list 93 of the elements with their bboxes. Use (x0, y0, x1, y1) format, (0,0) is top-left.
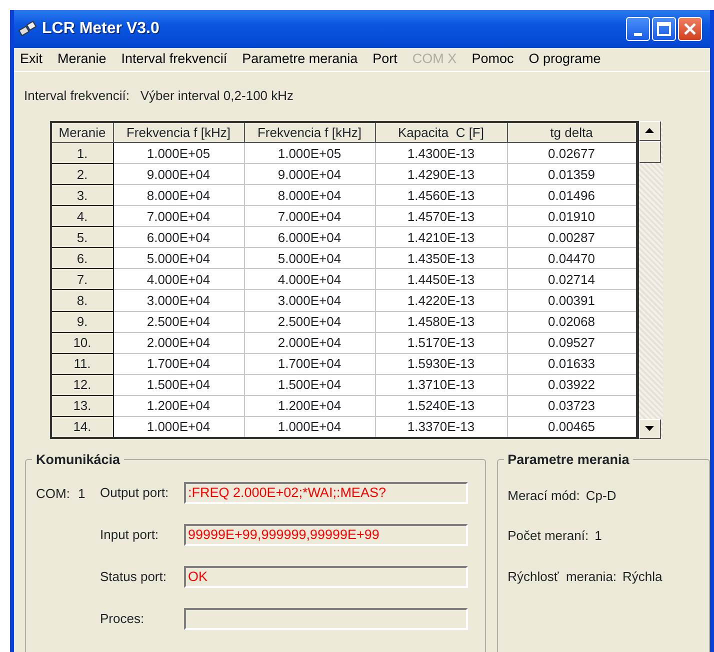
table-cell: 1.000E+05 (113, 142, 244, 164)
table-cell: 1.4560E-13 (375, 184, 507, 206)
table-cell: 1.5240E-13 (375, 395, 507, 416)
table-cell: 1.4220E-13 (375, 290, 507, 311)
column-header[interactable]: Meranie (51, 122, 113, 142)
parameter-label: Merací mód: (508, 486, 580, 504)
table-cell: 2.500E+04 (113, 311, 244, 332)
app-icon (18, 20, 38, 38)
menu-item[interactable]: Parametre merania (242, 49, 365, 70)
table-cell: 7.000E+04 (113, 206, 244, 227)
table-cell: 9.000E+04 (244, 164, 375, 185)
menu-item[interactable]: Pomoc (472, 49, 521, 70)
maximize-icon (657, 22, 671, 36)
table-cell: 2.000E+04 (244, 332, 375, 354)
table-cell: 1.5930E-13 (375, 353, 507, 374)
table-cell: 1.3710E-13 (375, 374, 507, 396)
parameter-label: Počet meraní: (508, 527, 589, 545)
row-header: 9. (51, 311, 113, 332)
parameter-value: Rýchla (622, 568, 662, 586)
table-cell: 1.4210E-13 (375, 226, 507, 248)
field-label: Proces: (100, 610, 146, 628)
minimize-button[interactable] (626, 17, 650, 41)
row-header: 11. (51, 353, 113, 374)
scroll-down-button[interactable] (638, 418, 660, 438)
row-header: 6. (51, 248, 113, 269)
table-cell: 1.700E+04 (113, 353, 244, 374)
close-icon (683, 22, 697, 36)
column-header[interactable]: Kapacita C [F] (375, 122, 507, 142)
table-cell: 1.200E+04 (113, 395, 244, 416)
row-header: 13. (51, 395, 113, 416)
table-cell: 6.000E+04 (244, 226, 375, 248)
table-cell: 1.000E+05 (244, 142, 375, 164)
table-cell: 6.000E+04 (113, 226, 244, 248)
table-cell: 1.500E+04 (113, 374, 244, 396)
row-header: 5. (51, 226, 113, 248)
up-arrow-icon (645, 128, 654, 133)
table-cell: 8.000E+04 (244, 184, 375, 206)
row-header: 10. (51, 332, 113, 354)
scrollbar[interactable] (638, 120, 662, 438)
table-cell: 1.4450E-13 (375, 268, 507, 290)
table-cell: 9.000E+04 (113, 164, 244, 185)
minimize-icon (634, 32, 642, 36)
column-header[interactable]: tg delta (507, 122, 637, 142)
table-cell: 1.700E+04 (244, 353, 375, 374)
down-arrow-icon (645, 426, 654, 431)
table-cell: 1.4300E-13 (375, 142, 507, 164)
menu-item[interactable]: Meranie (58, 49, 114, 70)
interval-label: Interval frekvencií: (24, 88, 130, 103)
parameter-label: Rýchlosť merania: (508, 568, 617, 586)
table-cell: 1.4580E-13 (375, 311, 507, 332)
row-header: 1. (51, 142, 113, 164)
table-cell: 1.200E+04 (244, 395, 375, 416)
scroll-thumb[interactable] (638, 140, 660, 162)
row-header: 8. (51, 290, 113, 311)
com-value: 1 (78, 484, 86, 502)
interval-value: Výber interval 0,2-100 kHz (140, 88, 294, 103)
table-cell: 1.5170E-13 (375, 332, 507, 354)
menu-item[interactable]: O programe (528, 49, 608, 70)
row-header: 2. (51, 164, 113, 185)
table-cell: 4.000E+04 (113, 268, 244, 290)
parameter-value: 1 (594, 527, 602, 545)
table-cell: 1.4570E-13 (375, 206, 507, 227)
scroll-up-button[interactable] (638, 120, 660, 140)
maximize-button[interactable] (652, 17, 676, 41)
com-label: COM: (36, 484, 70, 502)
field-label: Status port: (100, 568, 168, 586)
table-cell: 1.500E+04 (244, 374, 375, 396)
table-cell: 1.4290E-13 (375, 164, 507, 185)
table-cell: 2.500E+04 (244, 311, 375, 332)
menu-item[interactable]: Interval frekvencií (121, 49, 234, 70)
field-label: Output port: (100, 484, 170, 502)
row-header: 4. (51, 206, 113, 227)
menu-item[interactable]: Exit (20, 49, 50, 70)
window-title: LCR Meter V3.0 (42, 19, 160, 39)
close-button[interactable] (678, 17, 702, 41)
table-cell: 3.000E+04 (113, 290, 244, 311)
table-cell: 7.000E+04 (244, 206, 375, 227)
column-header[interactable]: Frekvencia f [kHz] (244, 122, 375, 142)
column-header[interactable]: Frekvencia f [kHz] (113, 122, 244, 142)
row-header: 3. (51, 184, 113, 206)
table-cell: 8.000E+04 (113, 184, 244, 206)
table-cell: 5.000E+04 (113, 248, 244, 269)
table-cell: 4.000E+04 (244, 268, 375, 290)
menu-item[interactable]: Port (372, 49, 404, 70)
row-header: 7. (51, 268, 113, 290)
parameter-value: Cp-D (586, 486, 616, 505)
row-header: 12. (51, 374, 113, 396)
table-cell: 1.4350E-13 (375, 248, 507, 269)
row-header: 14. (51, 416, 113, 438)
field-label: Input port: (100, 526, 160, 544)
table-cell: 3.000E+04 (244, 290, 375, 311)
table-cell: 2.000E+04 (113, 332, 244, 354)
table-cell: 5.000E+04 (244, 248, 375, 269)
